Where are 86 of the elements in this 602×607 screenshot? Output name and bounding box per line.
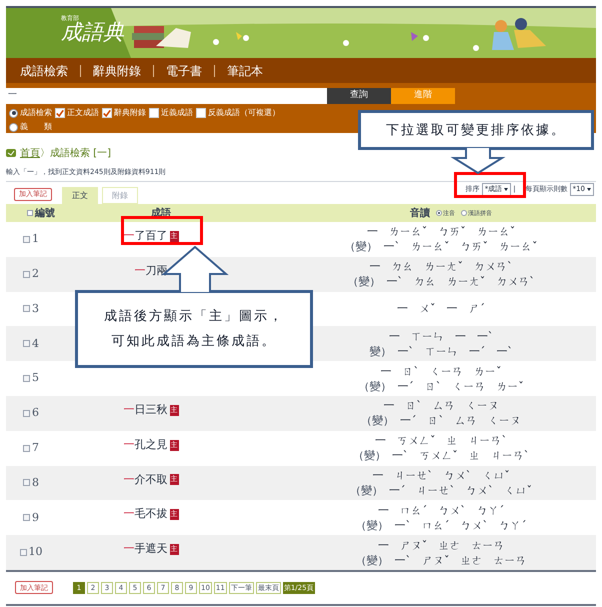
breadcrumb-path: 〉成語檢索 [一] <box>40 146 111 160</box>
callout-text: 下拉選取可變更排序依據。 <box>386 122 566 140</box>
radio-button[interactable] <box>9 122 18 132</box>
variant-label: （變） <box>347 274 380 290</box>
nav-link[interactable]: 電子書 <box>166 62 202 80</box>
variant-reading: 一ˋ ㄉㄠ ㄌㄧㄤˇ ㄉㄨㄢˋ <box>386 274 535 290</box>
book-icon <box>6 149 16 157</box>
row-checkbox[interactable] <box>23 305 30 312</box>
highlight-frame <box>454 172 526 198</box>
row-checkbox[interactable] <box>23 270 30 278</box>
row-checkbox[interactable] <box>23 514 30 522</box>
row-number: 8 <box>32 474 39 491</box>
caret-icon <box>504 188 508 191</box>
variant-reading: 一ˋ ㄌㄧㄠˇ ㄅㄞˇ ㄌㄧㄠˇ <box>384 239 538 254</box>
idiom-link[interactable]: 一介不取 <box>124 472 168 488</box>
zhuyin-reading: 一 ㄖˋ ㄙㄢ ㄑㄧㄡ <box>383 398 499 414</box>
option-label: 義 類 <box>20 121 52 133</box>
option-label: 反義成語（可複選） <box>208 107 280 119</box>
variant-label: （變） <box>356 518 388 533</box>
row-number: 1 <box>32 231 39 248</box>
search-button[interactable]: 查詢 <box>327 88 391 104</box>
variant-label: （變） <box>358 378 392 394</box>
row-number: 3 <box>32 300 39 317</box>
nav-link[interactable]: 辭典附錄 <box>93 62 141 80</box>
radio-button[interactable] <box>436 210 442 216</box>
row-number: 2 <box>32 266 39 282</box>
row-number: 6 <box>32 405 39 422</box>
idiom-link[interactable]: 一毛不拔 <box>124 506 168 523</box>
variant-reading: 一ˋ ㄎㄨㄥˇ ㄓ ㄐㄧㄢˋ <box>392 448 530 464</box>
idiom-link[interactable]: 一孔之見 <box>124 436 168 454</box>
variant-reading: 一ˋ ㄕㄡˇ ㄓㄜ ㄊㄧㄢ <box>394 552 526 568</box>
row-checkbox[interactable] <box>23 410 30 417</box>
search-field[interactable]: 一 <box>6 88 327 104</box>
zhuyin-reading: 一 ㄎㄨㄥˇ ㄓ ㄐㄧㄢˋ <box>375 433 507 448</box>
site-logo: 成語典 <box>61 22 125 43</box>
zhuyin-reading: 一 ㄒㄧㄣ 一 一ˋ <box>388 328 494 344</box>
column-header: 編號 <box>35 206 55 220</box>
row-checkbox[interactable] <box>23 340 30 348</box>
nav-link[interactable]: 筆記本 <box>227 62 263 80</box>
idiom-link[interactable]: 一了百了 <box>124 228 168 244</box>
row-checkbox[interactable] <box>23 479 30 486</box>
option-label: 正文成語 <box>67 107 99 119</box>
variant-reading: 一ˊ ㄖˋ ㄑㄧㄢ ㄌㄧˇ <box>397 378 524 394</box>
row-number: 7 <box>32 440 39 456</box>
variant-label: （變） <box>350 482 383 498</box>
row-number: 9 <box>32 510 39 526</box>
zhuyin-reading: 一 ㄇㄠˊ ㄅㄨˋ ㄅㄚˊ <box>378 502 504 518</box>
select-all-checkbox[interactable] <box>27 210 33 216</box>
zhuyin-reading: 一 ㄕㄡˇ ㄓㄜ ㄊㄧㄢ <box>378 538 504 553</box>
variant-label: 變） <box>369 344 392 359</box>
radio-button[interactable] <box>461 210 467 216</box>
idiom-link[interactable]: 一手遮天 <box>124 541 168 558</box>
variant-reading: 一ˊ ㄐㄧㄝˋ ㄅㄨˋ ㄑㄩˇ <box>389 482 532 498</box>
radio-button[interactable] <box>9 108 18 118</box>
zhuyin-reading: 一 ㄉㄠ ㄌㄧㄤˇ ㄉㄨㄢˋ <box>370 259 512 274</box>
row-checkbox[interactable] <box>20 549 26 556</box>
row-checkbox[interactable] <box>23 236 30 243</box>
checkbox[interactable] <box>102 108 112 118</box>
variant-reading: 一ˋ ㄒㄧㄣ 一ˊ 一ˋ <box>397 344 513 359</box>
zhuyin-reading: 一 ㄌㄧㄠˇ ㄅㄞˇ ㄌㄧㄠˇ <box>366 224 516 240</box>
checkbox[interactable] <box>55 108 65 118</box>
variant-reading: 一ˋ ㄇㄠˊ ㄅㄨˋ ㄅㄚˊ <box>394 518 526 533</box>
variant-label: （變） <box>344 239 378 254</box>
option-label: 近義成語 <box>161 107 193 119</box>
variant-label: （變） <box>352 448 386 464</box>
home-link[interactable]: 首頁 <box>20 146 40 160</box>
tab[interactable]: 正文 <box>62 187 98 204</box>
row-number: 5 <box>32 370 39 386</box>
variant-label: （變） <box>356 552 388 568</box>
idiom-link[interactable]: 一日三秋 <box>124 402 168 418</box>
caret-icon <box>587 188 591 191</box>
zhuyin-reading: 一 ㄐㄧㄝˋ ㄅㄨˋ ㄑㄩˇ <box>372 468 510 483</box>
row-number: 10 <box>28 544 42 560</box>
row-number: 4 <box>32 336 39 352</box>
row-checkbox[interactable] <box>23 375 30 382</box>
option-label: 辭典附錄 <box>114 107 146 119</box>
callout-text: 成語後方顯示「主」圖示， <box>104 308 284 326</box>
callout-text: 可知此成語為主條成語。 <box>112 333 276 351</box>
variant-label: （變） <box>361 413 394 428</box>
zhuyin-reading: 一 ㄨˇ 一 ㄕˊ <box>397 301 485 316</box>
column-header: 音讀 <box>410 206 430 220</box>
option-label: 成語檢索 <box>20 107 52 119</box>
variant-reading: 一ˊ ㄖˋ ㄙㄢ ㄑㄧㄡ <box>400 413 521 428</box>
nav-link[interactable]: 成語檢索 <box>20 62 68 80</box>
zhuyin-reading: 一 ㄖˋ ㄑㄧㄢ ㄌㄧˇ <box>380 364 502 379</box>
row-checkbox[interactable] <box>23 444 30 452</box>
